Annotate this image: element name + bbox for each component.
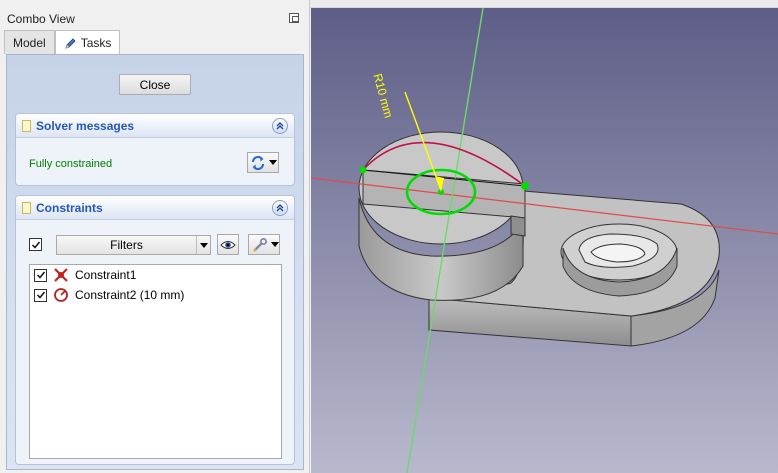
checkmark-icon	[31, 241, 40, 249]
arc-endpoint-left[interactable]	[359, 166, 367, 174]
auto-update-button[interactable]	[247, 152, 279, 173]
coincident-constraint-icon	[54, 268, 68, 282]
eye-icon	[220, 240, 236, 249]
combo-tabs: Model Tasks	[4, 30, 121, 55]
solver-messages-header: Solver messages	[16, 114, 294, 138]
collapse-solver-button[interactable]	[272, 118, 288, 134]
constraint-list: Constraint1 Constraint2 (10 mm)	[29, 264, 282, 459]
solver-messages-group: Solver messages Fully constrained	[15, 113, 295, 186]
slot-step-face	[510, 215, 526, 237]
arc-endpoint-right[interactable]	[521, 182, 529, 190]
chevron-up-icon	[276, 122, 284, 130]
constraints-group: Constraints Filters Constraint1 Constrai…	[15, 195, 295, 465]
list-item[interactable]: Constraint1	[30, 265, 281, 285]
solver-status-text: Fully constrained	[29, 158, 113, 170]
document-icon	[22, 201, 31, 214]
constraints-title: Constraints	[36, 200, 103, 215]
3d-viewport[interactable]: R10 mm	[311, 8, 778, 473]
filters-dropdown[interactable]: Filters	[56, 235, 211, 255]
solver-messages-title: Solver messages	[36, 118, 135, 133]
combo-view-panel: Combo View Model Tasks Close Solver mess…	[0, 0, 310, 473]
tab-tasks-label: Tasks	[80, 36, 112, 50]
chevron-down-icon	[199, 242, 208, 248]
constraint-label: Constraint2 (10 mm)	[75, 288, 185, 302]
filters-arrow	[196, 236, 210, 254]
filters-label: Filters	[110, 238, 143, 252]
select-all-checkbox[interactable]	[29, 238, 42, 251]
tab-model[interactable]: Model	[4, 30, 55, 54]
checkmark-icon	[36, 291, 45, 299]
refresh-icon	[251, 155, 265, 170]
task-panel: Close Solver messages Fully constrained	[6, 54, 304, 470]
item-checkbox[interactable]	[34, 268, 47, 282]
tab-tasks[interactable]: Tasks	[54, 30, 121, 55]
radius-constraint-icon	[54, 288, 68, 302]
constraint-label: Constraint1	[75, 268, 137, 282]
item-checkbox[interactable]	[34, 288, 47, 302]
chevron-down-icon	[269, 160, 277, 165]
document-icon	[22, 119, 31, 132]
chevron-up-icon	[276, 204, 284, 212]
visibility-button[interactable]	[217, 234, 239, 255]
collapse-constraints-button[interactable]	[272, 200, 288, 216]
constraint-settings-button[interactable]	[248, 234, 280, 255]
list-item[interactable]: Constraint2 (10 mm)	[30, 285, 281, 305]
chevron-down-icon	[271, 242, 279, 247]
wrench-icon	[253, 237, 267, 252]
checkmark-icon	[36, 271, 45, 279]
constraints-header: Constraints	[16, 196, 294, 220]
float-panel-icon[interactable]	[289, 13, 299, 23]
pencil-icon	[65, 37, 76, 49]
tab-model-label: Model	[13, 35, 46, 50]
combo-view-title: Combo View	[7, 12, 75, 26]
close-button[interactable]: Close	[119, 74, 191, 95]
